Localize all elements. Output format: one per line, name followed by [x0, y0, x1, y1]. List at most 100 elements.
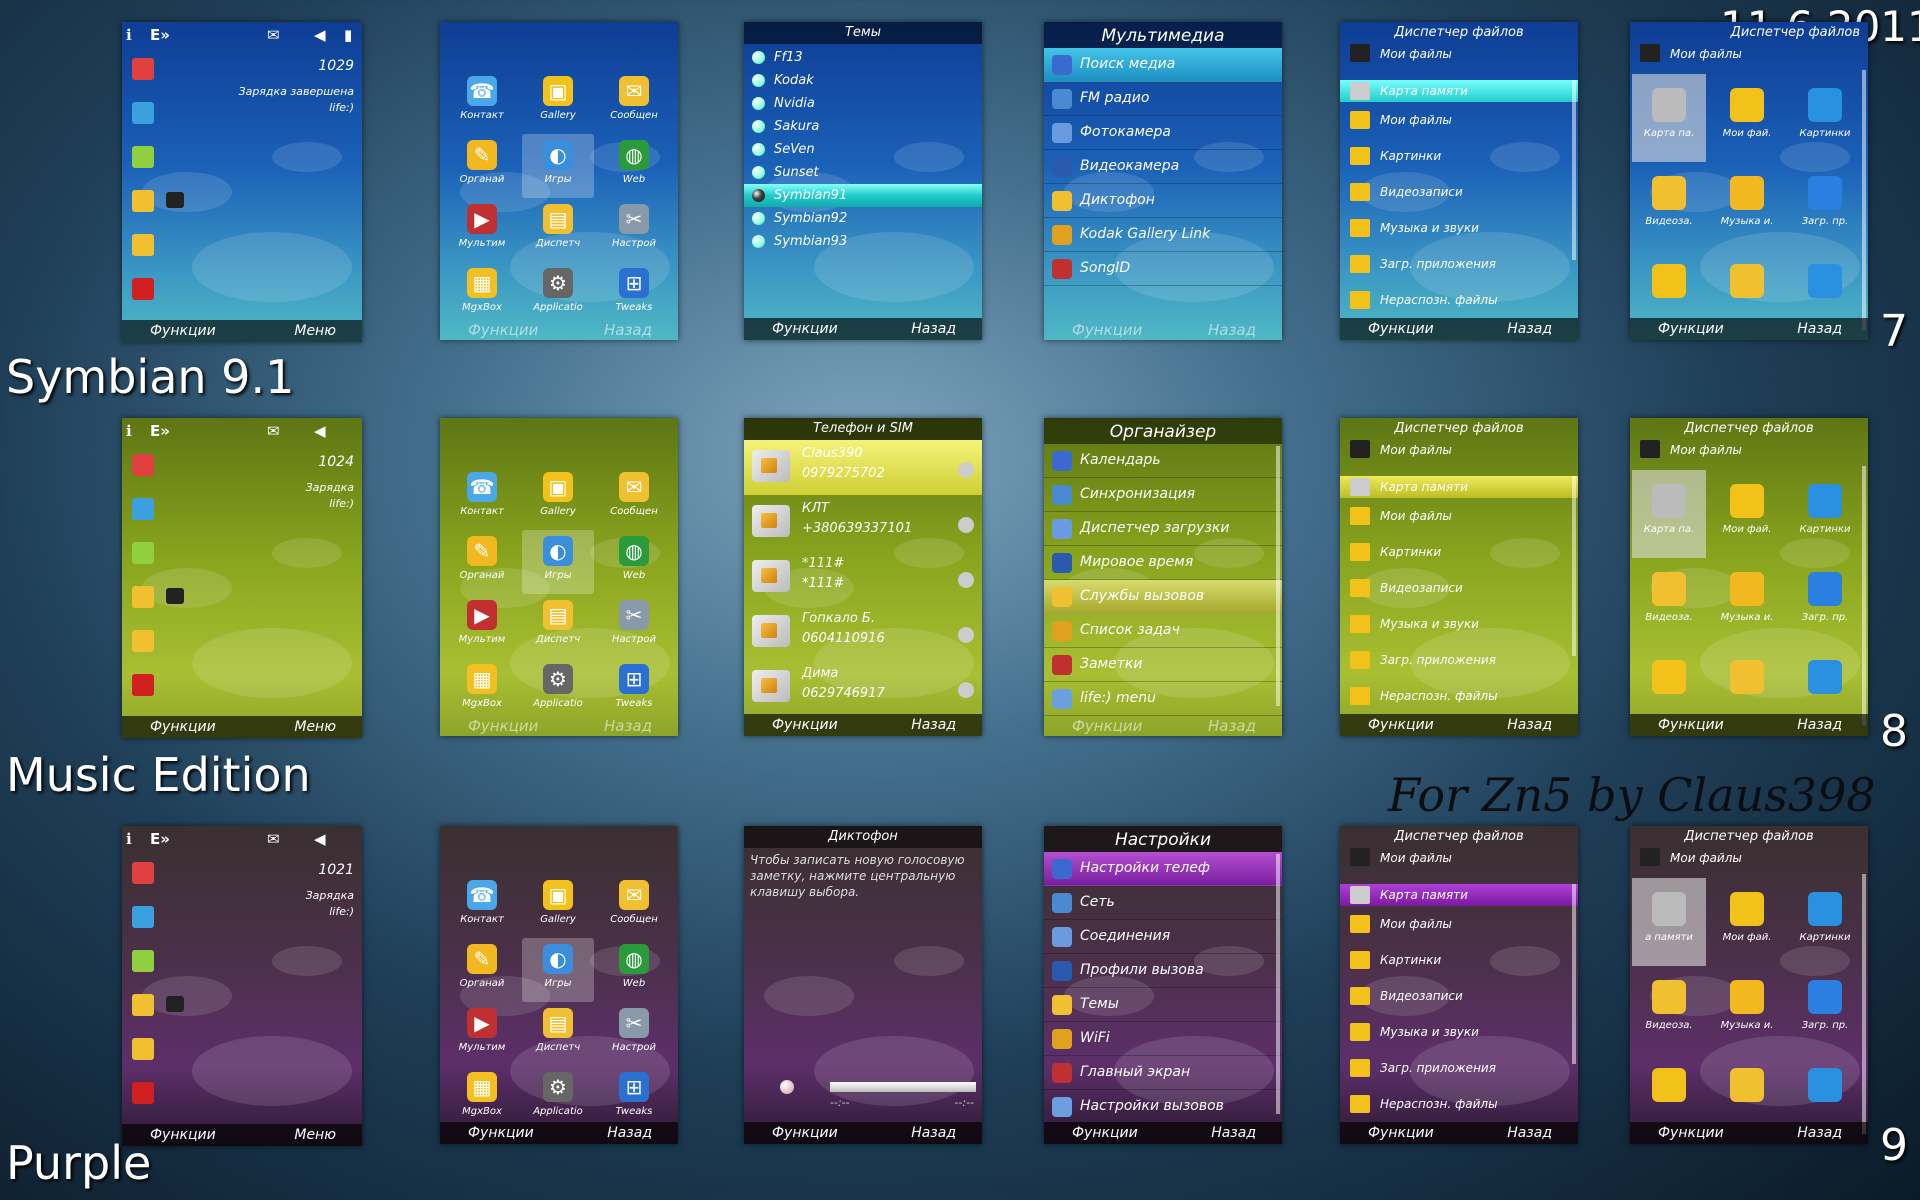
settings-list-item[interactable]: Соединения	[1044, 920, 1282, 954]
left-softkey[interactable]: Функции	[468, 321, 538, 339]
sim-contact-item[interactable]: Claus390 0979275702	[744, 440, 982, 495]
file-grid-item[interactable]: Музыка и.	[1710, 966, 1784, 1054]
file-manager-item[interactable]: Картинки	[1340, 942, 1578, 978]
theme-list-item[interactable]: SeVen	[744, 138, 982, 161]
menu-grid-item[interactable]: ✎ Органай	[446, 530, 518, 594]
left-softkey[interactable]: Функции	[772, 321, 838, 337]
contacts-shortcut-icon[interactable]	[132, 906, 154, 928]
file-manager-item[interactable]: Мои файлы	[1340, 498, 1578, 534]
menu-grid-item[interactable]: ☎ Контакт	[446, 874, 518, 938]
menu-grid-item[interactable]: ☎ Контакт	[446, 70, 518, 134]
left-softkey[interactable]: Функции	[1072, 1125, 1138, 1141]
file-grid-item[interactable]: Видеоза.	[1632, 558, 1706, 646]
file-manager-item[interactable]: Мои файлы	[1340, 906, 1578, 942]
organizer-list-item[interactable]: life:) menu	[1044, 682, 1282, 716]
my-files-header[interactable]: Мои файлы	[1630, 436, 1868, 464]
right-softkey[interactable]: Назад	[604, 321, 652, 339]
organizer-list-item[interactable]: Список задач	[1044, 614, 1282, 648]
app-shortcut-icon[interactable]	[132, 862, 154, 884]
opera-shortcut-icon[interactable]	[132, 674, 154, 696]
menu-grid-item[interactable]: ▶ Мультим	[446, 1002, 518, 1066]
file-manager-item[interactable]: Видеозаписи	[1340, 570, 1578, 606]
menu-grid-item[interactable]: ⚙ Applicatio	[522, 658, 594, 722]
messages-shortcut-icon[interactable]	[132, 994, 154, 1016]
theme-list-item[interactable]: Nvidia	[744, 92, 982, 115]
file-grid-item[interactable]: а памяти	[1632, 878, 1706, 966]
file-grid-item[interactable]: Картинки	[1788, 470, 1862, 558]
sim-contact-item[interactable]: КЛТ +380639337101	[744, 495, 982, 550]
my-files-header[interactable]: Мои файлы	[1630, 40, 1868, 68]
menu-grid-item[interactable]: ◍ Web	[598, 938, 670, 1002]
file-grid-item[interactable]: Карта па.	[1632, 470, 1706, 558]
right-softkey[interactable]: Назад	[1208, 321, 1256, 339]
theme-list-item[interactable]: Sunset	[744, 161, 982, 184]
contacts-shortcut-icon[interactable]	[132, 498, 154, 520]
my-files-header[interactable]: Мои файлы	[1340, 40, 1578, 68]
scrollbar[interactable]	[1276, 446, 1280, 706]
torch-shortcut-icon[interactable]	[132, 950, 154, 972]
right-softkey[interactable]: Назад	[911, 1125, 956, 1141]
right-softkey[interactable]: Назад	[1208, 717, 1256, 735]
my-files-header[interactable]: Мои файлы	[1630, 844, 1868, 872]
file-manager-item[interactable]: Загр. приложения	[1340, 1050, 1578, 1086]
settings-list-item[interactable]: Профили вызова	[1044, 954, 1282, 988]
left-softkey[interactable]: Функции	[1368, 717, 1434, 733]
menu-grid-item[interactable]: ◐ Игры	[522, 134, 594, 198]
left-softkey[interactable]: Функции	[1658, 1125, 1724, 1141]
multimedia-list-item[interactable]: Kodak Gallery Link	[1044, 218, 1282, 252]
menu-grid-item[interactable]: ▶ Мультим	[446, 594, 518, 658]
right-softkey[interactable]: Меню	[294, 323, 336, 339]
menu-grid-item[interactable]: ✂ Настрой	[598, 594, 670, 658]
messages-shortcut-icon[interactable]	[132, 586, 154, 608]
file-grid-item[interactable]: Мои фай.	[1710, 878, 1784, 966]
menu-grid-item[interactable]: ✉ Сообщен	[598, 70, 670, 134]
file-manager-item[interactable]: Картинки	[1340, 534, 1578, 570]
file-manager-item[interactable]: Музыка и звуки	[1340, 606, 1578, 642]
file-manager-item[interactable]: Музыка и звуки	[1340, 210, 1578, 246]
left-softkey[interactable]: Функции	[1658, 717, 1724, 733]
right-softkey[interactable]: Назад	[604, 717, 652, 735]
menu-grid-item[interactable]: ▣ Gallery	[522, 70, 594, 134]
left-softkey[interactable]: Функции	[150, 323, 216, 339]
theme-list-item[interactable]: Ff13	[744, 46, 982, 69]
sim-contact-item[interactable]: *111# *111#	[744, 550, 982, 605]
left-softkey[interactable]: Функции	[772, 717, 838, 733]
settings-list-item[interactable]: Настройки вызовов	[1044, 1090, 1282, 1124]
right-softkey[interactable]: Назад	[1507, 717, 1552, 733]
scrollbar[interactable]	[1572, 476, 1576, 656]
file-grid-item[interactable]: Загр. пр.	[1788, 966, 1862, 1054]
menu-grid-item[interactable]: ⊞ Tweaks	[598, 658, 670, 722]
right-softkey[interactable]: Назад	[911, 321, 956, 337]
contacts-shortcut-icon[interactable]	[132, 102, 154, 124]
right-softkey[interactable]: Назад	[607, 1125, 652, 1141]
file-grid-item[interactable]: Загр. пр.	[1788, 162, 1862, 250]
file-grid-item[interactable]: Картинки	[1788, 878, 1862, 966]
opera-shortcut-icon[interactable]	[132, 278, 154, 300]
right-softkey[interactable]: Меню	[294, 719, 336, 735]
menu-grid-item[interactable]: ▶ Мультим	[446, 198, 518, 262]
left-softkey[interactable]: Функции	[468, 1125, 534, 1141]
file-manager-item[interactable]: Нераспозн. файлы	[1340, 678, 1578, 714]
file-manager-item[interactable]: Музыка и звуки	[1340, 1014, 1578, 1050]
file-grid-item[interactable]: Мои фай.	[1710, 74, 1784, 162]
file-grid-item[interactable]: Музыка и.	[1710, 162, 1784, 250]
file-manager-item[interactable]: Карта памяти	[1340, 80, 1578, 102]
organizer-list-item[interactable]: Мировое время	[1044, 546, 1282, 580]
menu-grid-item[interactable]: ◐ Игры	[522, 530, 594, 594]
settings-list-item[interactable]: Темы	[1044, 988, 1282, 1022]
file-manager-item[interactable]: Видеозаписи	[1340, 174, 1578, 210]
menu-grid-item[interactable]: ✂ Настрой	[598, 1002, 670, 1066]
menu-grid-item[interactable]: ◍ Web	[598, 134, 670, 198]
left-softkey[interactable]: Функции	[1368, 321, 1434, 337]
menu-grid-item[interactable]: ☎ Контакт	[446, 466, 518, 530]
file-manager-item[interactable]: Картинки	[1340, 138, 1578, 174]
theme-list-item[interactable]: Symbian93	[744, 230, 982, 253]
scrollbar[interactable]	[1572, 884, 1576, 1064]
right-softkey[interactable]: Назад	[1797, 1125, 1842, 1141]
menu-grid-item[interactable]: ⚙ Applicatio	[522, 1066, 594, 1130]
file-manager-item[interactable]: Карта памяти	[1340, 884, 1578, 906]
file-grid-item[interactable]: Карта па.	[1632, 74, 1706, 162]
left-softkey[interactable]: Функции	[1368, 1125, 1434, 1141]
file-manager-item[interactable]: Карта памяти	[1340, 476, 1578, 498]
file-grid-item[interactable]: Видеоза.	[1632, 966, 1706, 1054]
